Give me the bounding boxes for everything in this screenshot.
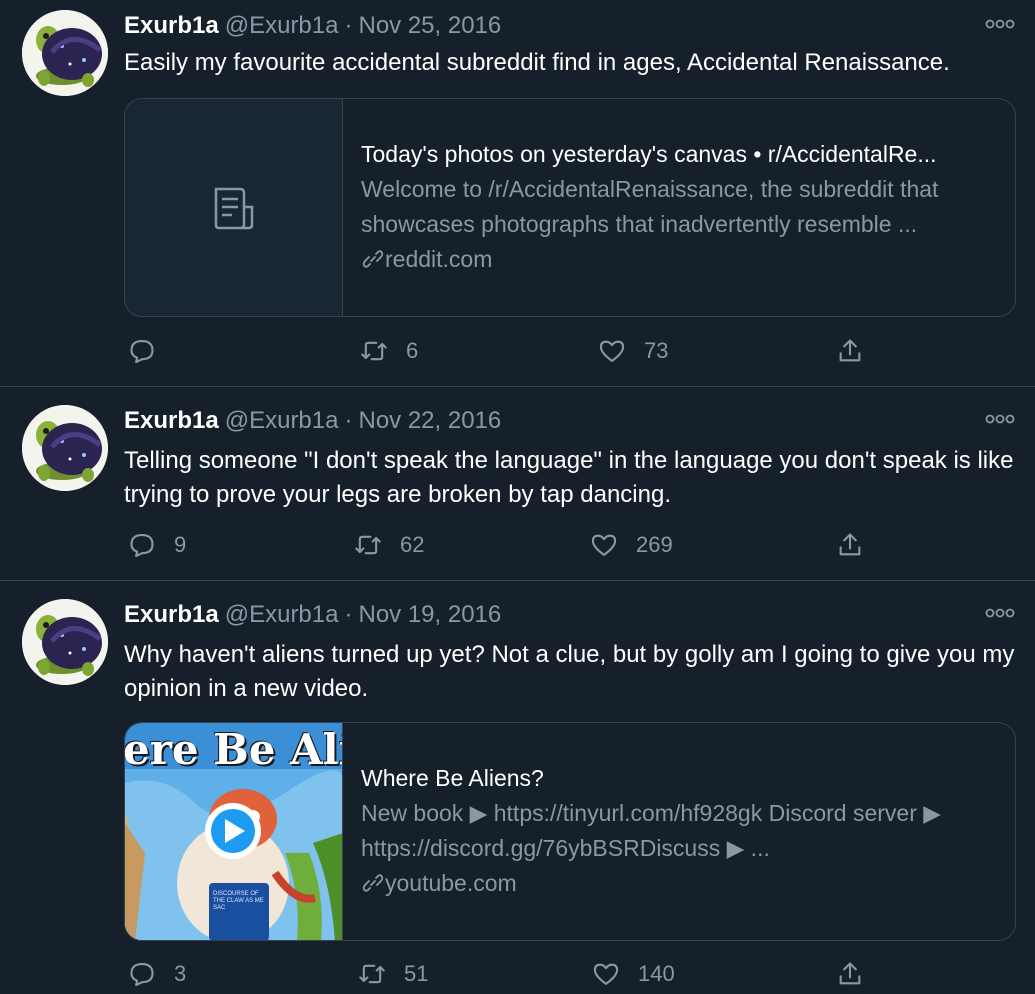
separator: ·: [344, 601, 353, 628]
reply-count: 9: [174, 532, 187, 557]
like-count: 269: [636, 532, 673, 557]
card-description: New book ▶ https://tinyurl.com/hf928gk D…: [361, 800, 941, 861]
tweet-date[interactable]: Nov 25, 2016: [358, 12, 501, 39]
reply-icon: [130, 340, 154, 364]
tweet-date[interactable]: Nov 19, 2016: [358, 601, 501, 628]
retweet-icon: [361, 341, 387, 361]
card-title: Today's photos on yesterday's canvas • r…: [361, 141, 937, 167]
author-handle[interactable]: @Exurb1a: [225, 12, 339, 39]
card-body: Where Be Aliens? New book ▶ https://tiny…: [361, 761, 999, 901]
link-card[interactable]: Today's photos on yesterday's canvas • r…: [124, 98, 1016, 317]
retweet-icon: [359, 964, 385, 984]
tweet-text: Why haven't aliens turned up yet? Not a …: [124, 641, 1015, 702]
turtle-avatar-image: [22, 599, 108, 685]
separator: ·: [344, 407, 353, 434]
avatar[interactable]: [22, 10, 108, 96]
tweet[interactable]: Exurb1a @Exurb1a · Nov 19, 2016 Why haven't…: [0, 581, 1035, 990]
retweet-button[interactable]: 51: [358, 954, 428, 994]
more-options-icon[interactable]: [985, 413, 1015, 429]
link-icon: [362, 250, 384, 268]
reply-icon: [130, 963, 154, 987]
avatar[interactable]: [22, 599, 108, 685]
heart-icon: [599, 340, 625, 362]
turtle-avatar-image: [22, 405, 108, 491]
tweet-header: Exurb1a @Exurb1a · Nov 19, 2016: [124, 600, 501, 630]
reply-count: 3: [174, 961, 187, 986]
author-name[interactable]: Exurb1a: [124, 601, 219, 628]
share-icon: [839, 533, 861, 556]
more-options-icon[interactable]: [985, 18, 1015, 34]
action-bar: 6 73: [124, 331, 924, 371]
link-card[interactable]: ere Be Alie DISCOURSE OF THE CLAW AS ME …: [124, 722, 1016, 941]
card-domain: reddit.com: [361, 242, 999, 277]
tweet-text: Easily my favourite accidental subreddit…: [124, 49, 950, 76]
card-description: Welcome to /r/AccidentalRenaissance, the…: [361, 176, 939, 237]
share-icon: [839, 339, 861, 362]
tweet-header: Exurb1a @Exurb1a · Nov 22, 2016: [124, 406, 501, 436]
document-icon: [214, 187, 254, 230]
video-thumbnail[interactable]: ere Be Alie DISCOURSE OF THE CLAW AS ME …: [125, 723, 343, 940]
card-domain-text: youtube.com: [385, 870, 517, 896]
share-button[interactable]: [836, 525, 864, 565]
separator: ·: [344, 12, 353, 39]
card-domain: youtube.com: [361, 866, 999, 901]
author-name[interactable]: Exurb1a: [124, 407, 219, 434]
retweet-count: 51: [404, 961, 429, 986]
card-body: Today's photos on yesterday's canvas • r…: [361, 137, 999, 277]
reply-button[interactable]: [128, 331, 174, 371]
action-bar: 9 62 269: [124, 525, 924, 565]
like-button[interactable]: 269: [590, 525, 673, 565]
tweet-text: Telling someone "I don't speak the langu…: [124, 447, 1014, 508]
more-options-icon[interactable]: [985, 607, 1015, 623]
author-handle[interactable]: @Exurb1a: [225, 601, 339, 628]
like-button[interactable]: 140: [592, 954, 675, 994]
action-bar: 3 51 140: [124, 954, 924, 994]
tweet[interactable]: Exurb1a @Exurb1a · Nov 22, 2016 Telling som…: [0, 387, 1035, 580]
card-title: Where Be Aliens?: [361, 765, 544, 791]
author-handle[interactable]: @Exurb1a: [225, 407, 339, 434]
reply-button[interactable]: 9: [128, 525, 186, 565]
tweet[interactable]: Exurb1a @Exurb1a · Nov 25, 2016 Easily my f…: [0, 0, 1035, 386]
heart-icon: [591, 534, 617, 556]
reply-button[interactable]: 3: [128, 954, 186, 994]
like-button[interactable]: 73: [598, 331, 668, 371]
retweet-count: 62: [400, 532, 425, 557]
reply-icon: [130, 534, 154, 558]
book-text: DISCOURSE OF THE CLAW AS ME SAC: [213, 891, 264, 911]
play-icon[interactable]: [205, 803, 261, 859]
retweet-count: 6: [406, 338, 419, 363]
tweet-header: Exurb1a @Exurb1a · Nov 25, 2016: [124, 11, 501, 41]
card-thumbnail: [125, 99, 343, 316]
turtle-avatar-image: [22, 10, 108, 96]
link-icon: [362, 874, 384, 892]
retweet-button[interactable]: 62: [354, 525, 424, 565]
avatar[interactable]: [22, 405, 108, 491]
like-count: 73: [644, 338, 669, 363]
tweet-date[interactable]: Nov 22, 2016: [358, 407, 501, 434]
share-icon: [839, 962, 861, 985]
retweet-icon: [355, 535, 381, 555]
retweet-button[interactable]: 6: [360, 331, 418, 371]
share-button[interactable]: [836, 331, 864, 371]
author-name[interactable]: Exurb1a: [124, 12, 219, 39]
card-domain-text: reddit.com: [385, 246, 493, 272]
share-button[interactable]: [836, 954, 864, 994]
heart-icon: [593, 963, 619, 985]
thumbnail-caption: ere Be Alie: [125, 725, 342, 774]
like-count: 140: [638, 961, 675, 986]
